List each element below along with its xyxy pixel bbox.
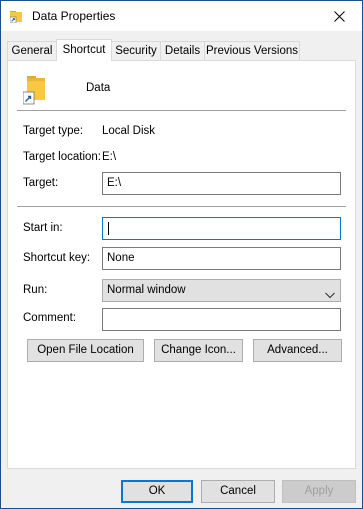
tab-shortcut[interactable]: Shortcut [56,39,112,61]
folder-shortcut-icon [9,9,24,26]
open-file-location-button[interactable]: Open File Location [27,339,144,362]
tab-details[interactable]: Details [160,41,205,60]
target-type-label: Target type: [23,125,84,137]
target-label: Target: [23,177,59,189]
shortcut-key-field[interactable]: None [102,247,341,270]
apply-button[interactable]: Apply [282,480,356,503]
ok-button[interactable]: OK [121,480,193,503]
cancel-button[interactable]: Cancel [201,480,275,503]
change-icon-button[interactable]: Change Icon... [154,339,243,362]
target-location-value: E:\ [102,151,117,163]
folder-shortcut-icon [22,74,49,109]
run-label: Run: [23,284,48,296]
run-select[interactable]: Normal window [102,279,341,302]
comment-label: Comment: [23,312,77,324]
window-title: Data Properties [32,9,116,23]
run-value: Normal window [107,284,186,296]
advanced-button[interactable]: Advanced... [253,339,342,362]
target-type-value: Local Disk [102,125,156,137]
start-in-label: Start in: [23,222,63,234]
target-location-label: Target location: [23,151,101,163]
tab-previous-versions[interactable]: Previous Versions [204,41,300,60]
start-in-field[interactable] [102,217,341,240]
chevron-down-icon [325,286,335,307]
close-button[interactable] [317,1,362,31]
properties-dialog: Data Properties General Shortcut Securit… [0,0,363,509]
title-bar[interactable]: Data Properties [1,1,362,31]
comment-field[interactable] [102,308,341,331]
shortcut-panel: Data Target type: Local Disk Target loca… [7,60,356,469]
divider [17,206,346,207]
shortcut-key-label: Shortcut key: [23,252,91,264]
target-field[interactable]: E:\ [102,172,341,195]
text-caret [108,222,109,235]
shortcut-name: Data [86,82,111,94]
divider [17,110,346,111]
close-icon [334,10,345,22]
tab-security[interactable]: Security [111,41,161,60]
tab-general[interactable]: General [7,41,57,60]
tab-strip: General Shortcut Security Details Previo… [7,39,357,61]
